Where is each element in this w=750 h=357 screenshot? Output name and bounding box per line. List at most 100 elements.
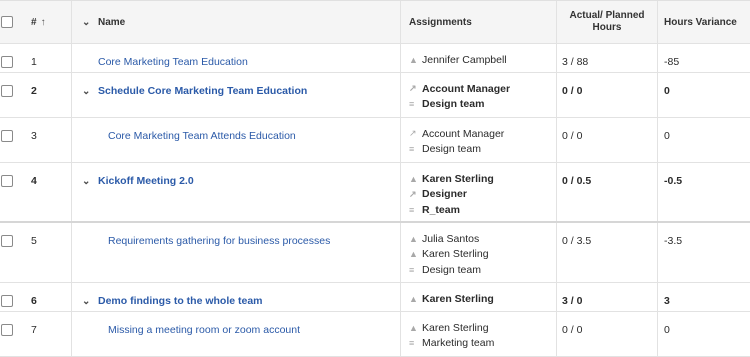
row-number: 4: [20, 163, 72, 221]
task-name-cell: Core Marketing Team Attends Education: [72, 118, 401, 162]
task-name-link[interactable]: Kickoff Meeting 2.0: [98, 175, 194, 187]
assignments-cell: ▲ Jennifer Campbell: [401, 44, 557, 72]
assignment-item[interactable]: ▲ Karen Sterling: [409, 247, 556, 263]
row-checkbox[interactable]: [1, 56, 13, 68]
assignment-text: Marketing team: [422, 337, 495, 350]
assignment-item[interactable]: ↗ Account Manager: [409, 81, 556, 97]
team-icon: ≡: [409, 144, 415, 155]
row-select-cell: [0, 163, 20, 221]
assignment-item[interactable]: ▲ Julia Santos: [409, 231, 556, 247]
row-checkbox[interactable]: [1, 324, 13, 336]
table-row[interactable]: 7 Missing a meeting room or zoom account ▲…: [0, 312, 750, 357]
row-select-cell: [0, 73, 20, 117]
table-row[interactable]: 3 Core Marketing Team Attends Education ↗ A…: [0, 118, 750, 163]
row-number: 5: [20, 223, 72, 282]
role-icon: ↗: [409, 188, 417, 199]
assignment-item[interactable]: ≡ R_team: [409, 202, 556, 218]
row-number: 2: [20, 73, 72, 117]
select-all-checkbox[interactable]: [1, 16, 13, 28]
assignment-item[interactable]: ≡ Design team: [409, 97, 556, 113]
assignment-item[interactable]: ▲ Karen Sterling: [409, 291, 556, 307]
task-name-link[interactable]: Missing a meeting room or zoom account: [108, 324, 300, 336]
assignment-text: Design team: [422, 143, 481, 156]
row-select-cell: [0, 223, 20, 282]
grid-body: 1 Core Marketing Team Education ▲ Jennifer …: [0, 44, 750, 357]
team-icon: ≡: [409, 204, 415, 215]
assignment-item[interactable]: ↗ Designer: [409, 187, 556, 203]
assignment-text: R_team: [422, 203, 460, 216]
assignment-item[interactable]: ▲ Karen Sterling: [409, 171, 556, 187]
chevron-down-icon[interactable]: ⌄: [82, 86, 94, 97]
assignment-item[interactable]: ≡ Design team: [409, 262, 556, 278]
row-checkbox[interactable]: [1, 130, 13, 142]
assignment-text: Account Manager: [422, 127, 505, 140]
hours-variance: 0: [664, 85, 670, 97]
task-name-cell: Core Marketing Team Education: [72, 44, 401, 72]
row-checkbox[interactable]: [1, 235, 13, 247]
assignments-cell: ▲ Karen Sterling ↗ Designer ≡ R_team: [401, 163, 557, 221]
assignments-column-header[interactable]: Assignments: [401, 1, 557, 43]
role-icon: ↗: [409, 83, 417, 94]
num-column-header[interactable]: # ↑: [20, 1, 72, 43]
hours-variance: 0: [664, 130, 670, 142]
assignments-cell: ↗ Account Manager ≡ Design team: [401, 118, 557, 162]
actual-planned-column-header[interactable]: Actual/ Planned Hours: [557, 1, 658, 43]
assignment-item[interactable]: ▲ Karen Sterling: [409, 320, 556, 336]
collapse-all-icon[interactable]: ⌄: [82, 17, 94, 28]
assignment-text: Karen Sterling: [422, 321, 489, 334]
task-name-link[interactable]: Core Marketing Team Education: [98, 56, 248, 68]
row-checkbox[interactable]: [1, 85, 13, 97]
assignment-text: Designer: [422, 188, 467, 201]
actual-planned-hours: 0 / 3.5: [557, 223, 658, 282]
chevron-down-icon[interactable]: ⌄: [82, 176, 94, 187]
task-name-cell: Requirements gathering for business proc…: [72, 223, 401, 282]
row-checkbox[interactable]: [1, 295, 13, 307]
hours-variance: -85: [664, 56, 680, 68]
task-name-link[interactable]: Core Marketing Team Attends Education: [108, 130, 296, 142]
variance-column-header[interactable]: Hours Variance: [658, 1, 750, 43]
table-row[interactable]: 4 ⌄ Kickoff Meeting 2.0 ▲ Karen Sterling ↗ Des…: [0, 163, 750, 223]
assignment-item[interactable]: ≡ Design team: [409, 142, 556, 158]
actual-planned-hours: 0 / 0: [557, 73, 658, 117]
assignment-text: Karen Sterling: [422, 292, 494, 305]
assignment-item[interactable]: ▲ Jennifer Campbell: [409, 52, 556, 68]
name-header-label: Name: [98, 16, 126, 28]
assignment-item[interactable]: ≡ Marketing team: [409, 336, 556, 352]
assignment-text: Karen Sterling: [422, 248, 489, 261]
table-row[interactable]: 5 Requirements gathering for business pro…: [0, 223, 750, 283]
task-name-link[interactable]: Requirements gathering for business proc…: [108, 235, 330, 247]
assignment-item[interactable]: ↗ Account Manager: [409, 126, 556, 142]
actual-planned-header-label: Actual/ Planned Hours: [569, 10, 645, 33]
row-number: 3: [20, 118, 72, 162]
variance-header-label: Hours Variance: [664, 16, 737, 28]
chevron-down-icon[interactable]: ⌄: [82, 296, 94, 307]
name-column-header[interactable]: ⌄ Name: [72, 1, 401, 43]
sort-ascending-icon[interactable]: ↑: [41, 17, 46, 28]
person-icon: ▲: [409, 233, 418, 244]
actual-planned-hours: 0 / 0.5: [557, 163, 658, 221]
team-icon: ≡: [409, 99, 415, 110]
task-name-link[interactable]: Demo findings to the whole team: [98, 295, 263, 307]
actual-planned-hours: 3 / 88: [557, 44, 658, 72]
task-name-link[interactable]: Schedule Core Marketing Team Education: [98, 85, 307, 97]
table-row[interactable]: 6 ⌄ Demo findings to the whole team ▲ Karen …: [0, 283, 750, 312]
task-name-cell: Missing a meeting room or zoom account: [72, 312, 401, 356]
role-icon: ↗: [409, 128, 417, 139]
hours-variance: -3.5: [664, 235, 683, 247]
assignment-text: Design team: [422, 98, 485, 111]
row-select-cell: [0, 283, 20, 311]
select-all-cell: [0, 1, 20, 43]
actual-planned-hours: 3 / 0: [557, 283, 658, 311]
row-number: 7: [20, 312, 72, 356]
row-select-cell: [0, 312, 20, 356]
row-checkbox[interactable]: [1, 175, 13, 187]
actual-planned-hours: 0 / 0: [557, 312, 658, 356]
person-icon: ▲: [409, 249, 418, 260]
table-row[interactable]: 1 Core Marketing Team Education ▲ Jennifer …: [0, 44, 750, 73]
assignments-header-label: Assignments: [409, 16, 472, 28]
table-row[interactable]: 2 ⌄ Schedule Core Marketing Team Education…: [0, 73, 750, 118]
assignments-cell: ▲ Karen Sterling: [401, 283, 557, 311]
assignment-text: Julia Santos: [422, 232, 480, 245]
person-icon: ▲: [409, 293, 418, 304]
assignments-cell: ▲ Karen Sterling ≡ Marketing team: [401, 312, 557, 356]
